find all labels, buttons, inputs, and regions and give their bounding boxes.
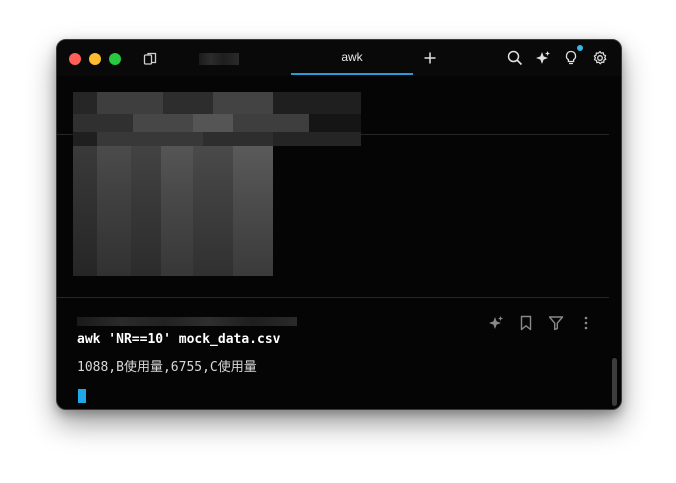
sidebar-icon[interactable]	[143, 52, 157, 66]
plus-icon[interactable]	[423, 51, 437, 65]
maximize-window-button[interactable]	[109, 53, 121, 65]
pixelated-shade	[73, 146, 273, 276]
blurred-tab[interactable]	[199, 53, 239, 65]
more-vertical-icon[interactable]	[583, 315, 589, 331]
sparkle-icon[interactable]	[488, 315, 504, 331]
tab-awk[interactable]: awk	[291, 40, 413, 76]
pixelated-region-top	[73, 92, 361, 114]
bookmark-icon[interactable]	[519, 315, 533, 331]
pixelated-region	[73, 132, 361, 146]
scrollbar[interactable]	[612, 358, 617, 406]
filter-icon[interactable]	[548, 315, 564, 331]
minimize-window-button[interactable]	[89, 53, 101, 65]
input-cursor[interactable]	[78, 389, 86, 403]
active-tab-indicator	[291, 73, 413, 75]
block-divider	[57, 297, 609, 298]
search-icon[interactable]	[507, 50, 523, 66]
title-bar: awk	[57, 40, 621, 76]
sparkle-icon[interactable]	[535, 50, 551, 66]
command-output: 1088,B使用量,6755,C使用量	[77, 360, 257, 375]
command-text: awk 'NR==10' mock_data.csv	[77, 332, 281, 347]
notification-dot	[577, 45, 583, 51]
pixelated-region	[73, 114, 361, 132]
gear-icon[interactable]	[592, 50, 608, 66]
terminal-window: awk awk 'NR==10' mock_data.csv 1088,B使用量…	[56, 39, 622, 410]
lightbulb-icon[interactable]	[564, 50, 578, 66]
close-window-button[interactable]	[69, 53, 81, 65]
blurred-prompt	[77, 317, 297, 326]
tab-label: awk	[341, 50, 363, 64]
